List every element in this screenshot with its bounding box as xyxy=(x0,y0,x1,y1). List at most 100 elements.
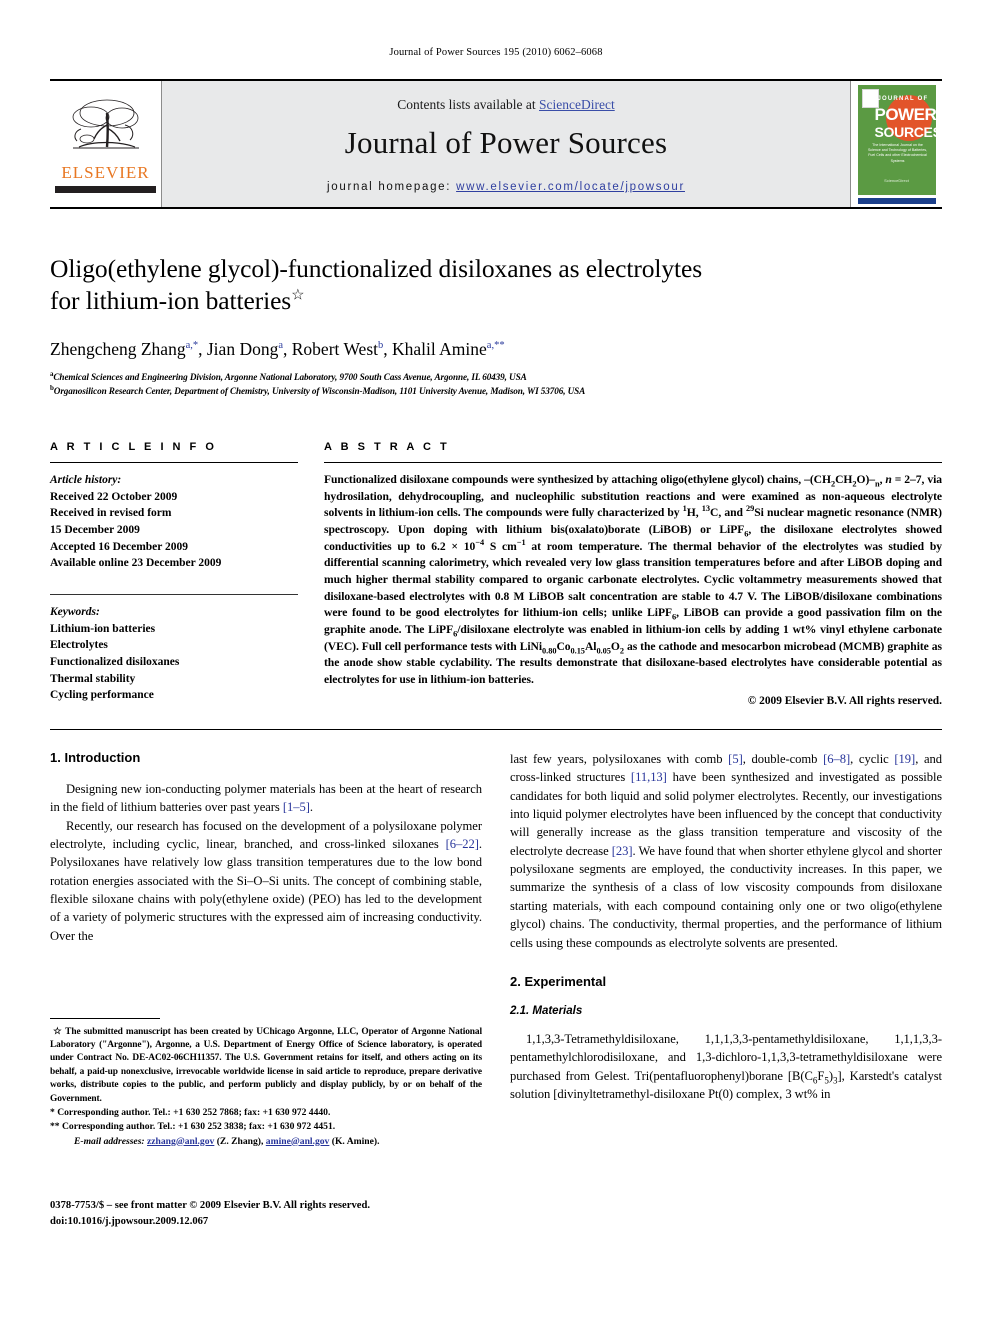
divider xyxy=(50,593,298,595)
citation-link[interactable]: [1–5] xyxy=(283,800,310,814)
author-marks[interactable]: a xyxy=(278,340,283,352)
article-info-column: A R T I C L E I N F O Article history: R… xyxy=(50,441,298,707)
keyword: Thermal stability xyxy=(50,672,136,685)
paragraph: last few years, polysiloxanes with comb … xyxy=(510,751,943,950)
abstract-text: Functionalized disiloxane compounds were… xyxy=(324,472,943,687)
history-item: Received in revised form xyxy=(50,507,172,520)
contents-line: Contents lists available at ScienceDirec… xyxy=(397,97,614,113)
journal-title: Journal of Power Sources xyxy=(344,125,668,160)
masthead-center: Contents lists available at ScienceDirec… xyxy=(162,81,850,207)
cover-sources: SOURCES xyxy=(874,123,936,140)
author-name: Robert West xyxy=(291,339,378,360)
affiliation-text: Organosilicon Research Center, Departmen… xyxy=(53,386,586,397)
citation-link[interactable]: [19] xyxy=(894,752,915,766)
title-line-2: for lithium-ion batteries xyxy=(50,286,292,316)
cover-journal-of: JOURNAL OF xyxy=(877,95,929,102)
body-column-left: 1. Introduction Designing new ion-conduc… xyxy=(50,749,482,1227)
divider xyxy=(324,461,942,463)
footnote-star: ☆ The submitted manuscript has been crea… xyxy=(50,1026,482,1106)
history-item: Received 22 October 2009 xyxy=(50,490,178,503)
section-heading-introduction: 1. Introduction xyxy=(50,749,141,765)
abstract-column: A B S T R A C T Functionalized disiloxan… xyxy=(324,441,942,707)
elsevier-wordmark: ELSEVIER xyxy=(61,163,150,182)
author-name: Khalil Amine xyxy=(392,339,487,360)
subsection-heading-materials: 2.1. Materials xyxy=(510,1004,583,1017)
journal-cover-thumbnail[interactable]: JOURNAL OF POWER SOURCES The Internation… xyxy=(850,81,942,207)
email-owner-zhang: (Z. Zhang), xyxy=(216,1135,264,1147)
abstract-heading: A B S T R A C T xyxy=(324,440,450,453)
running-head: Journal of Power Sources 195 (2010) 6062… xyxy=(389,47,603,58)
author-marks[interactable]: a,** xyxy=(487,340,505,352)
journal-homepage: journal homepage: www.elsevier.com/locat… xyxy=(327,181,685,193)
affiliation-list: aChemical Sciences and Engineering Divis… xyxy=(50,371,942,399)
history-item: 15 December 2009 xyxy=(50,523,140,536)
footnote-emails: E-mail addresses: zzhang@anl.gov (Z. Zha… xyxy=(50,1135,482,1149)
elsevier-tree-icon xyxy=(72,99,139,149)
history-item: Available online 23 December 2009 xyxy=(50,557,222,570)
title-line-1: Oligo(ethylene glycol)-functionalized di… xyxy=(50,254,703,283)
affiliation-text: Chemical Sciences and Engineering Divisi… xyxy=(53,372,527,383)
article-history-label: Article history: xyxy=(50,473,122,486)
citation-link[interactable]: [23] xyxy=(612,844,633,858)
author-name: Jian Dong xyxy=(206,339,279,360)
email-link-zhang[interactable]: zzhang@anl.gov xyxy=(147,1136,214,1147)
paragraph: 1,1,3,3-Tetramethyldisiloxane, 1,1,1,3,3… xyxy=(510,1031,943,1102)
article-info-heading: A R T I C L E I N F O xyxy=(50,440,217,453)
author-marks[interactable]: a,* xyxy=(186,340,199,352)
sciencedirect-link[interactable]: ScienceDirect xyxy=(539,97,615,112)
abstract-copyright: © 2009 Elsevier B.V. All rights reserved… xyxy=(747,694,942,707)
email-owner-amine: (K. Amine). xyxy=(331,1135,380,1147)
info-abstract-row: A R T I C L E I N F O Article history: R… xyxy=(50,441,942,707)
history-item: Accepted 16 December 2009 xyxy=(50,540,189,553)
body-column-right: last few years, polysiloxanes with comb … xyxy=(510,750,942,1104)
footnote-star-text: The submitted manuscript has been create… xyxy=(50,1026,483,1104)
author[interactable]: Zhengcheng Zhanga,* xyxy=(50,339,198,359)
keyword: Electrolytes xyxy=(50,639,108,652)
cover-footer: ScienceDirect xyxy=(884,177,909,183)
paper-page: Journal of Power Sources 195 (2010) 6062… xyxy=(0,0,992,1323)
author[interactable]: Robert Westb xyxy=(292,339,384,359)
citation-link[interactable]: [5] xyxy=(728,752,743,766)
email-label: E-mail addresses: xyxy=(74,1135,145,1147)
journal-masthead: ELSEVIER Contents lists available at Sci… xyxy=(50,79,942,209)
divider xyxy=(50,728,942,730)
keyword: Functionalized disiloxanes xyxy=(50,655,180,668)
author-marks[interactable]: b xyxy=(378,340,383,352)
issn-doi-block: 0378-7753/$ – see front matter © 2009 El… xyxy=(50,1198,482,1230)
title-block: Oligo(ethylene glycol)-functionalized di… xyxy=(50,253,942,399)
contents-prefix: Contents lists available at xyxy=(397,97,539,112)
keyword: Cycling performance xyxy=(50,689,154,702)
page-title: Oligo(ethylene glycol)-functionalized di… xyxy=(50,253,942,317)
doi-line[interactable]: doi:10.1016/j.jpowsour.2009.12.067 xyxy=(50,1214,482,1230)
footnote-divider xyxy=(50,1017,160,1019)
affiliation: aChemical Sciences and Engineering Divis… xyxy=(50,371,942,385)
keyword: Lithium-ion batteries xyxy=(50,622,156,635)
author[interactable]: Jian Donga xyxy=(207,339,283,359)
cover-power: POWER xyxy=(874,104,936,124)
author-name: Zhengcheng Zhang xyxy=(50,339,186,360)
citation-link[interactable]: [6–8] xyxy=(823,752,850,766)
footnote-corresponding-1: * Corresponding author. Tel.: +1 630 252… xyxy=(50,1106,331,1118)
footnote-block: ☆ The submitted manuscript has been crea… xyxy=(50,1017,482,1149)
body-columns: 1. Introduction Designing new ion-conduc… xyxy=(50,749,942,1227)
keywords-label: Keywords: xyxy=(50,605,100,618)
citation-link[interactable]: [11,13] xyxy=(631,770,667,784)
cover-bottom-bar xyxy=(857,197,936,204)
citation-link[interactable]: [6–22] xyxy=(446,837,479,851)
section-heading-experimental: 2. Experimental xyxy=(510,973,607,989)
elsevier-bar xyxy=(55,186,156,193)
email-link-amine[interactable]: amine@anl.gov xyxy=(266,1136,330,1147)
cover-subtitle: The International Journal on the Science… xyxy=(867,142,928,163)
homepage-link[interactable]: www.elsevier.com/locate/jpowsour xyxy=(456,181,685,193)
homepage-label: journal homepage: xyxy=(327,181,452,193)
paragraph: Designing new ion-conducting polymer mat… xyxy=(50,781,482,815)
affiliation: bOrganosilicon Research Center, Departme… xyxy=(50,384,942,399)
keywords-block: Keywords: Lithium-ion batteries Electrol… xyxy=(50,593,298,704)
issn-line: 0378-7753/$ – see front matter © 2009 El… xyxy=(50,1199,370,1211)
footnote-star-marker: ☆ xyxy=(53,1026,63,1037)
elsevier-logo: ELSEVIER xyxy=(50,81,162,207)
title-footnote-marker[interactable]: ☆ xyxy=(291,288,304,304)
author[interactable]: Khalil Aminea,** xyxy=(392,339,505,359)
footnote-corresponding-2: ** Corresponding author. Tel.: +1 630 25… xyxy=(50,1121,336,1133)
divider xyxy=(50,461,298,463)
